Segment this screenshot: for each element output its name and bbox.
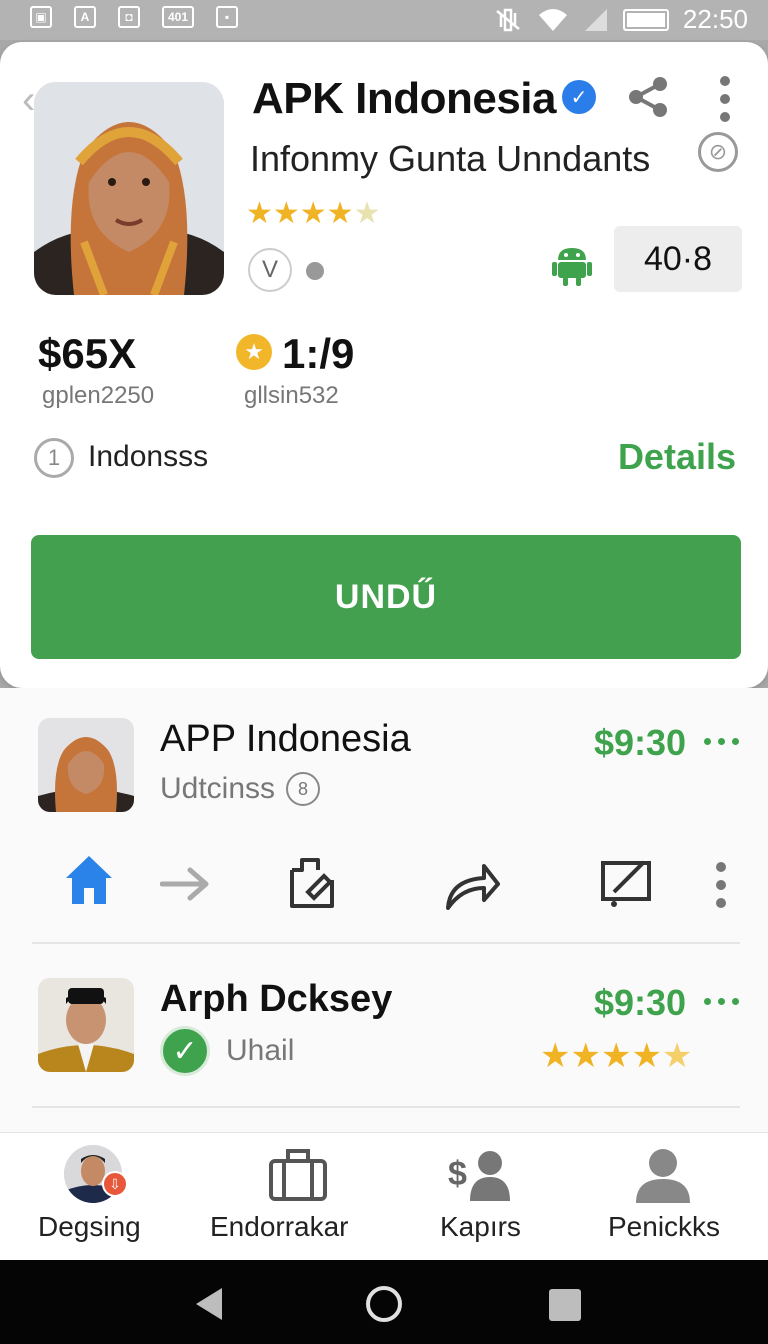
details-link[interactable]: Details (618, 436, 736, 478)
app-avatar (34, 82, 224, 295)
version-badge-icon: V (248, 248, 292, 292)
edit-window-icon[interactable] (600, 858, 654, 908)
app-title: APK Indonesia (252, 74, 557, 123)
list-divider (32, 942, 740, 944)
list-item-thumbnail[interactable] (38, 718, 134, 812)
recents-icon[interactable] (548, 1288, 582, 1322)
status-dot (306, 262, 324, 280)
download-badge-icon: ⇩ (102, 1171, 128, 1197)
nav-label: Degsing (38, 1211, 141, 1242)
bottom-navigation: ⇩ Degsing Endorrakar $ Kapırs Penickks (0, 1132, 768, 1260)
nav-item-penickks[interactable]: Penickks (606, 1133, 726, 1261)
more-icon[interactable] (716, 862, 726, 908)
region-label: Indonsss (88, 440, 209, 473)
notification-icon: ▣ (30, 6, 52, 28)
sync-icon: 8 (286, 772, 320, 806)
score-subtext: gllsin532 (244, 382, 339, 409)
coin-icon: ★ (236, 334, 272, 370)
list-item-subtitle: Udtcinss (160, 772, 276, 805)
score-value: 1:/9 (282, 330, 355, 377)
list-item-rating-stars: ★★★★★ (540, 1037, 693, 1075)
rating-value-box: 40·8 (614, 226, 742, 292)
system-navigation-bar (0, 1260, 768, 1344)
list-item-title[interactable]: APP Indonesia (160, 718, 411, 761)
wifi-icon (538, 8, 567, 31)
nav-item-endorrakar[interactable]: Endorrakar (210, 1133, 370, 1261)
notification-icon: 401 (162, 6, 194, 28)
nav-item-kapirs[interactable]: $ Kapırs (440, 1133, 530, 1261)
notification-icons: ▣ A ◘ 401 ▪ (30, 6, 238, 28)
nav-item-degsing[interactable]: ⇩ Degsing (36, 1133, 146, 1261)
price-value: $65X (38, 330, 137, 377)
notification-icon: ◘ (118, 6, 140, 28)
app-subtitle: Infonmy Gunta Unndants (250, 138, 651, 179)
battery-icon (622, 8, 669, 31)
region-index-icon: 1 (34, 438, 74, 478)
forward-icon[interactable] (444, 860, 500, 910)
install-button[interactable]: UNDŰ (31, 535, 741, 659)
app-rating-stars: ★★★★★ (246, 197, 381, 230)
check-badge-icon: ✓ (160, 1026, 210, 1076)
notification-icon: ▪ (216, 6, 238, 28)
clipboard-icon[interactable] (288, 856, 338, 910)
list-item-more-icon[interactable] (704, 998, 739, 1005)
person-icon (636, 1149, 690, 1203)
vibrate-icon (496, 8, 520, 31)
share-icon[interactable] (628, 76, 668, 118)
list-divider (32, 1106, 740, 1108)
money-user-icon: $ (448, 1151, 510, 1201)
svg-text:$: $ (448, 1155, 467, 1193)
list-item-price: $9:30 (594, 722, 687, 763)
verified-badge-icon: ✓ (562, 80, 596, 114)
nav-label: Endorrakar (210, 1211, 349, 1242)
status-bar: ▣ A ◘ 401 ▪ 22:50 (0, 0, 768, 40)
back-icon[interactable] (194, 1286, 224, 1322)
nav-label: Penickks (608, 1211, 721, 1242)
android-icon (552, 248, 592, 286)
home-icon[interactable] (64, 854, 114, 906)
list-item-price: $9:30 (594, 982, 687, 1023)
list-item-title[interactable]: Arph Dcksey (160, 978, 392, 1021)
briefcase-icon (269, 1149, 327, 1201)
list-item-more-icon[interactable] (704, 738, 739, 745)
clock: 22:50 (682, 4, 748, 34)
price-subtext: gplen2250 (42, 382, 155, 409)
notification-icon: A (74, 6, 96, 28)
list-item-thumbnail[interactable] (38, 978, 134, 1072)
signal-icon (584, 8, 607, 31)
compass-icon[interactable]: ⊘ (698, 132, 738, 172)
home-button-icon[interactable] (364, 1284, 404, 1324)
list-item-subtitle: Uhail (226, 1034, 295, 1067)
nav-label: Kapırs (440, 1211, 521, 1242)
more-options-icon[interactable] (716, 76, 734, 122)
arrow-right-icon[interactable] (160, 866, 210, 902)
